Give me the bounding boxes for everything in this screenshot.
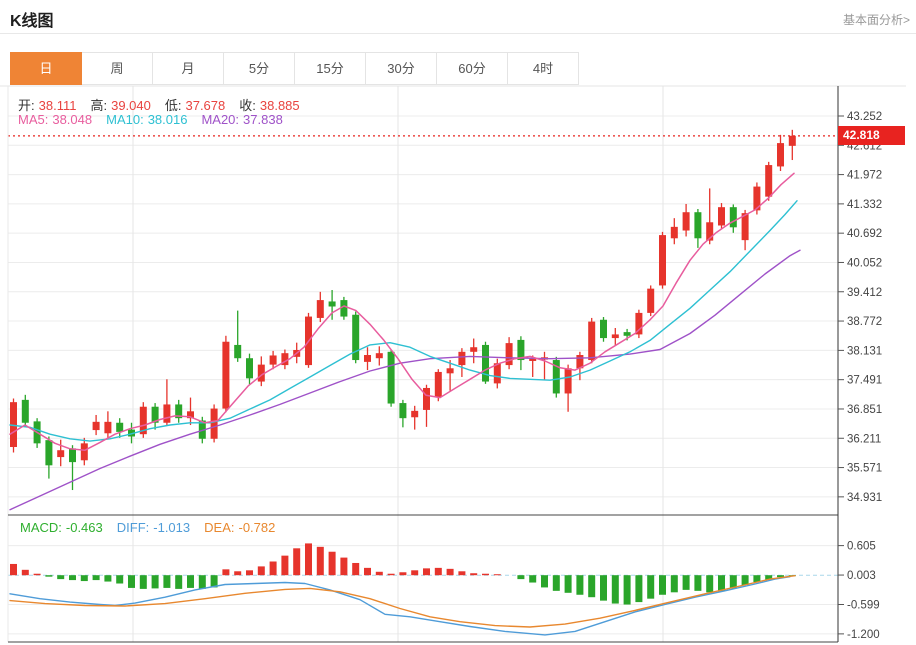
legend-value: 37.678 — [185, 98, 225, 113]
legend-label: DIFF: — [117, 520, 150, 535]
legend-item: MA5: 38.048 — [18, 112, 92, 127]
legend-label: 低: — [165, 98, 182, 113]
svg-text:41.972: 41.972 — [847, 170, 882, 182]
legend-value: 38.016 — [148, 112, 188, 127]
legend-value: 39.040 — [111, 98, 151, 113]
svg-text:43.252: 43.252 — [847, 111, 882, 123]
svg-text:40.692: 40.692 — [847, 228, 882, 240]
legend-item: MACD: -0.463 — [20, 520, 103, 535]
legend-value: 37.838 — [243, 112, 283, 127]
legend-label: MA10: — [106, 112, 144, 127]
svg-text:38.131: 38.131 — [847, 345, 882, 357]
svg-text:-0.599: -0.599 — [847, 599, 880, 611]
svg-text:40.052: 40.052 — [847, 257, 882, 269]
legend-item: 低:37.678 — [165, 98, 225, 113]
ma-legend: MA5: 38.048 MA10: 38.016 MA20: 37.838 — [18, 112, 297, 127]
legend-value: -1.013 — [153, 520, 190, 535]
svg-text:35.571: 35.571 — [847, 463, 882, 475]
legend-item: 收: 38.885 — [239, 98, 299, 113]
legend-item: 开: 38.111 — [18, 98, 76, 113]
svg-text:41.332: 41.332 — [847, 199, 882, 211]
legend-value: -0.782 — [238, 520, 275, 535]
legend-label: MA20: — [201, 112, 239, 127]
svg-text:0.003: 0.003 — [847, 570, 876, 582]
kline-page: K线图 基本面分析> 日周月5分15分30分60分4时 43.25242.612… — [0, 0, 916, 645]
legend-value: 38.048 — [52, 112, 92, 127]
legend-value: 38.111 — [39, 98, 77, 113]
current-price-tag: 42.818 — [838, 126, 905, 145]
svg-text:38.772: 38.772 — [847, 316, 882, 328]
legend-item: MA10: 38.016 — [106, 112, 187, 127]
svg-text:-1.200: -1.200 — [847, 629, 880, 641]
svg-text:34.931: 34.931 — [847, 492, 882, 504]
macd-legend: MACD: -0.463 DIFF:-1.013 DEA: -0.782 — [20, 520, 289, 535]
legend-label: 高: — [90, 98, 107, 113]
svg-text:0.605: 0.605 — [847, 541, 876, 553]
svg-text:39.412: 39.412 — [847, 287, 882, 299]
legend-value: -0.463 — [66, 520, 103, 535]
legend-label: MACD: — [20, 520, 62, 535]
legend-item: DIFF:-1.013 — [117, 520, 190, 535]
legend-item: 高: 39.040 — [90, 98, 150, 113]
svg-text:36.211: 36.211 — [847, 433, 881, 445]
legend-label: MA5: — [18, 112, 48, 127]
legend-item: DEA: -0.782 — [204, 520, 275, 535]
legend-label: 收: — [239, 98, 256, 113]
svg-text:37.491: 37.491 — [847, 375, 882, 387]
legend-label: 开: — [18, 98, 35, 113]
legend-label: DEA: — [204, 520, 234, 535]
legend-item: MA20: 37.838 — [201, 112, 282, 127]
legend-value: 38.885 — [260, 98, 300, 113]
svg-text:36.851: 36.851 — [847, 404, 882, 416]
